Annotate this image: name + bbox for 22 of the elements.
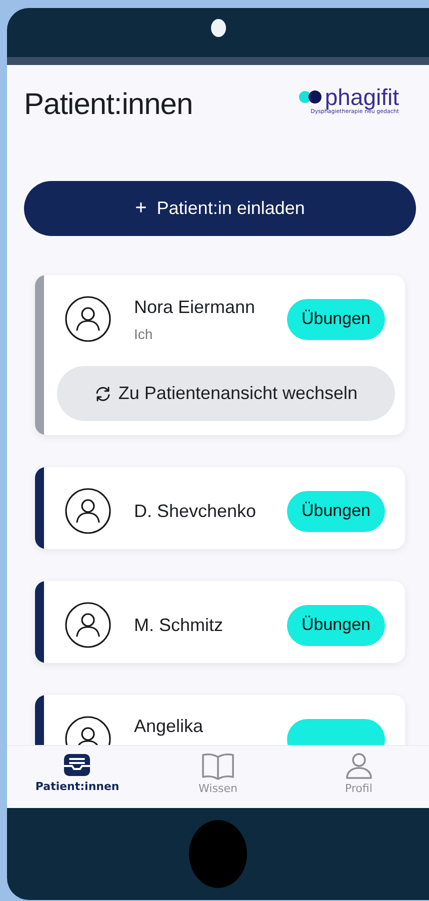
avatar-icon: [65, 488, 111, 534]
invite-button[interactable]: + Patient:in einladen: [24, 181, 416, 236]
patient-name: M. Schmitz: [134, 614, 224, 636]
tab-bar-item[interactable]: Patient:innen: [7, 746, 148, 808]
person-icon: [344, 752, 374, 780]
logo-icon: [298, 90, 324, 104]
patient-name: Angelika: [134, 716, 204, 737]
exercises-button[interactable]: Übungen: [287, 490, 385, 532]
logo-wordmark: phagifit: [324, 85, 399, 109]
refresh-icon: [94, 384, 112, 402]
page-title: Patient:innen: [24, 87, 193, 122]
switch-view-button[interactable]: Zu Patientenansicht wechseln: [57, 366, 395, 421]
patient-name: Nora Eiermann: [134, 296, 256, 318]
camera-dot: [210, 18, 226, 36]
tray-icon: [62, 752, 92, 778]
book-icon: [201, 752, 235, 780]
exercises-button[interactable]: Übungen: [287, 604, 385, 646]
patient-name: D. Shevchenko: [134, 500, 258, 522]
avatar-icon: [65, 296, 111, 342]
avatar-icon: [65, 602, 111, 648]
exercises-button[interactable]: Übungen: [287, 298, 385, 340]
patient-subtitle: Ich: [134, 326, 154, 342]
